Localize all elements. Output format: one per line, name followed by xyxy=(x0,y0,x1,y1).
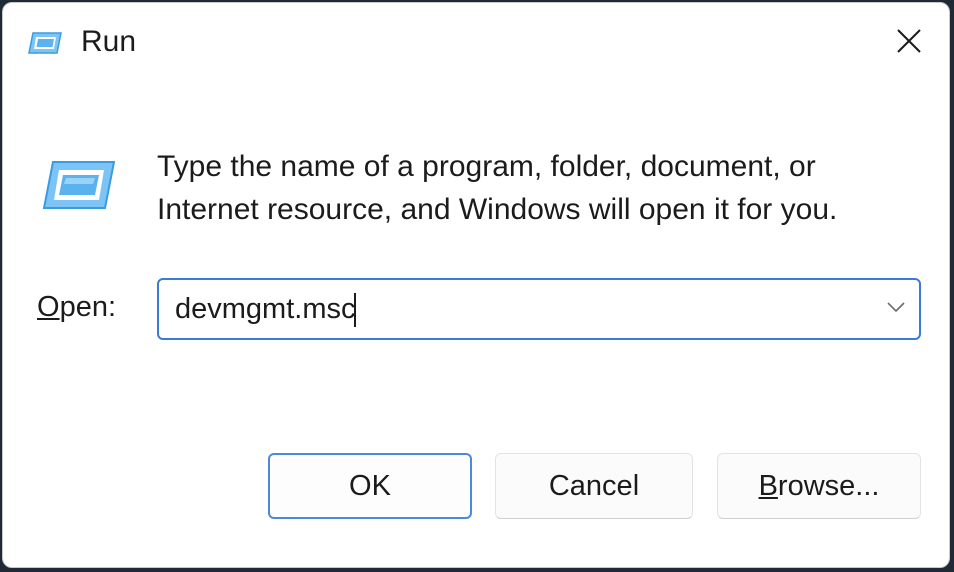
open-label: Open: xyxy=(37,291,116,324)
open-input-value: devmgmt.msc xyxy=(175,293,356,325)
ok-button[interactable]: OK xyxy=(268,453,472,519)
close-icon xyxy=(895,27,923,60)
text-caret xyxy=(354,293,357,328)
run-icon xyxy=(41,159,117,211)
title-bar: Run xyxy=(3,3,949,85)
run-icon xyxy=(27,31,63,55)
open-label-text: pen: xyxy=(59,291,117,323)
close-button[interactable] xyxy=(883,21,935,65)
cancel-button-label: Cancel xyxy=(548,469,640,502)
dropdown-button[interactable] xyxy=(879,290,913,328)
window-title: Run xyxy=(81,25,137,58)
instruction-text: Type the name of a program, folder, docu… xyxy=(157,150,838,226)
browse-button-mnemonic: B xyxy=(758,469,778,502)
browse-button-label: rowse... xyxy=(777,469,880,502)
chevron-down-icon xyxy=(886,300,906,318)
browse-button[interactable]: Browse... xyxy=(717,453,921,519)
ok-button-label: OK xyxy=(349,469,391,502)
cancel-button[interactable]: Cancel xyxy=(495,453,693,519)
open-combobox[interactable]: devmgmt.msc xyxy=(157,278,921,340)
open-label-mnemonic: O xyxy=(37,291,60,323)
open-input[interactable]: devmgmt.msc xyxy=(175,280,357,338)
run-dialog: Run Type the name of a program, folder, … xyxy=(2,2,950,568)
